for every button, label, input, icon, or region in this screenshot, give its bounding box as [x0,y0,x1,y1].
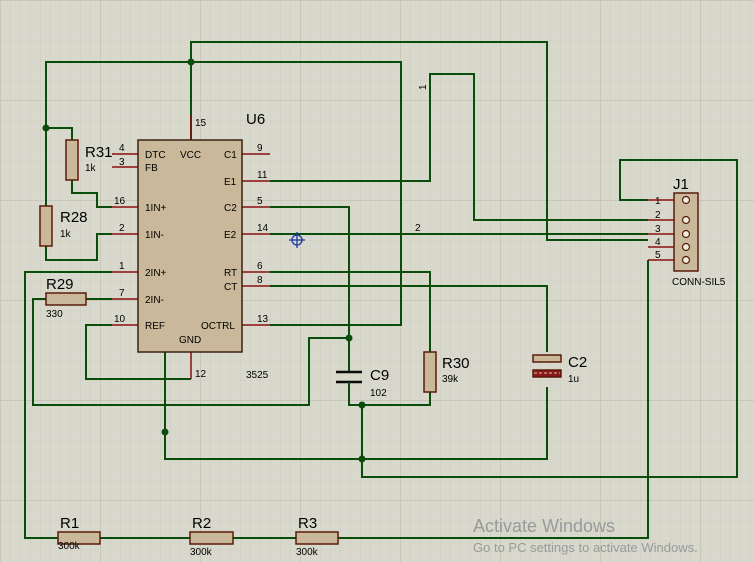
pin-number: 7 [119,288,125,299]
pin-label: CT [224,282,237,293]
pin-number: 8 [257,275,263,286]
pin-label: 2IN- [145,295,164,306]
component-value: 300k [58,541,81,552]
component-value: CONN-SIL5 [672,277,726,288]
resistor-body[interactable] [65,139,79,181]
schematic-canvas[interactable]: 1 2 4 3 16 2 1 7 10 9 11 5 14 6 8 13 15 … [0,0,754,562]
component-ref: J1 [673,176,689,193]
pin-number: 11 [257,170,268,181]
resistor-body[interactable] [295,531,339,545]
watermark-title: Activate Windows [473,516,615,536]
connector-pin-hole [681,229,691,239]
pin-number: 14 [257,223,269,234]
component-ref: R30 [442,355,470,372]
junction-dot [345,334,353,342]
component-ref: R3 [298,515,317,532]
resistor-body[interactable] [39,205,53,247]
resistor-body[interactable] [189,531,234,545]
pin-label: E2 [224,230,237,241]
component-value: 330 [46,309,63,320]
pin-label: E1 [224,177,237,188]
pin-number: 3 [119,157,125,168]
pin-label: C2 [224,203,237,214]
component-ref: R31 [85,144,113,161]
pin-number: 15 [195,118,207,129]
connector-pin-number: 4 [655,237,661,248]
component-ref: C2 [568,354,587,371]
component-value: 1k [60,229,72,240]
pin-label: OCTRL [201,321,235,332]
pin-label: VCC [180,150,201,161]
net-label-2: 2 [415,223,421,234]
resistor-body[interactable] [45,292,87,306]
pin-number: 2 [119,223,125,234]
pin-number: 9 [257,143,263,154]
pin-number: 1 [119,261,125,272]
pin-number: 13 [257,314,269,325]
component-value: 300k [296,547,319,558]
pin-label: 1IN+ [145,203,167,214]
pin-label: RT [224,268,237,279]
watermark-subtitle: Go to PC settings to activate Windows. [473,540,698,555]
pin-number: 16 [114,196,126,207]
pin-label: 2IN+ [145,268,167,279]
component-value: 102 [370,388,387,399]
pin-label: DTC [145,150,166,161]
pin-number: 6 [257,261,263,272]
pin-number: 4 [119,143,125,154]
component-value: 300k [190,547,213,558]
component-value: 1k [85,163,97,174]
junction-dot [42,124,50,132]
connector-pin-hole [681,195,691,205]
pin-label: 1IN- [145,230,164,241]
component-ref: R29 [46,276,74,293]
component-ref: R1 [60,515,79,532]
ic-ref: U6 [246,111,265,128]
ic-value: 3525 [246,370,269,381]
junction-dot [358,401,366,409]
junction-dot [187,58,195,66]
resistor-body[interactable] [423,351,437,393]
connector-pin-number: 1 [655,196,661,207]
pin-label: C1 [224,150,237,161]
net-label-1: 1 [418,84,429,90]
pin-number: 5 [257,196,263,207]
connector-pin-number: 2 [655,210,661,221]
component-ref: R2 [192,515,211,532]
pin-label: FB [145,163,158,174]
component-ref: C9 [370,367,389,384]
component-value: 1u [568,374,579,385]
pin-label: REF [145,321,165,332]
connector-pin-number: 5 [655,250,661,261]
component-ref: R28 [60,209,88,226]
connector-pin-hole [681,215,691,225]
capacitor-plate [532,354,562,363]
connector-pin-hole [681,255,691,265]
pin-label: GND [179,335,201,346]
junction-dot [161,428,169,436]
pin-number: 12 [195,369,207,380]
junction-dot [358,455,366,463]
connector-pin-number: 3 [655,224,661,235]
pin-number: 10 [114,314,126,325]
component-value: 39k [442,374,459,385]
connector-pin-hole [681,242,691,252]
